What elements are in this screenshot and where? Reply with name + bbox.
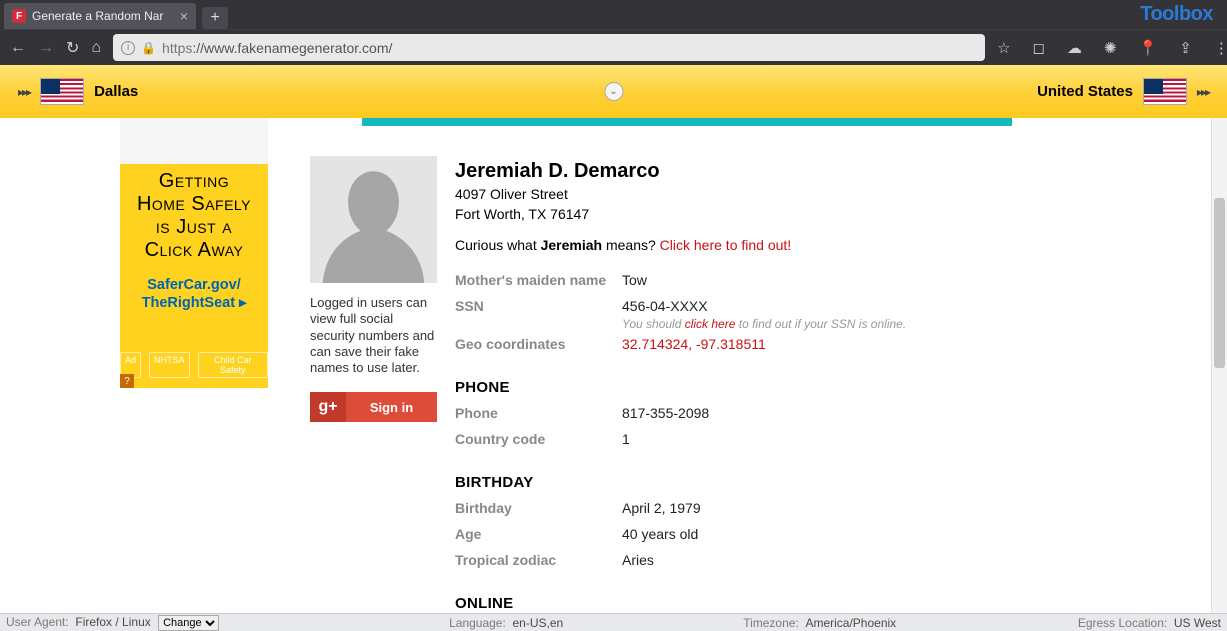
menu-icon[interactable]: ⋮	[1214, 39, 1227, 57]
ad-footer: AdNHTSAChild Car Safety	[120, 352, 268, 378]
section-birthday: BIRTHDAY	[455, 474, 1015, 491]
location-strip: ▸▸▸ Dallas ⌄ United States ▸▸▸	[0, 65, 1227, 118]
url-bar[interactable]: i 🔒 https://www.fakenamegenerator.com/	[113, 34, 985, 61]
value-maiden: Tow	[622, 272, 647, 288]
ssn-note: You should click here to find out if you…	[622, 317, 1015, 331]
home-button[interactable]: ⌂	[91, 39, 101, 57]
vertical-scrollbar[interactable]	[1211, 118, 1227, 613]
new-tab-button[interactable]: +	[202, 7, 228, 29]
arrows-right-icon: ▸▸▸	[1197, 85, 1209, 99]
ad-info-icon[interactable]: ?	[120, 374, 134, 388]
ad-headline: Getting Home Safely is Just a Click Away	[120, 164, 268, 264]
sidebar-ad[interactable]: Getting Home Safely is Just a Click Away…	[120, 118, 268, 388]
banner-stripe	[362, 118, 1012, 126]
tab-title: Generate a Random Nar	[32, 9, 163, 23]
ua-change-select[interactable]: Change	[158, 615, 219, 631]
status-lang-label: Language:	[449, 616, 506, 630]
status-bar: User Agent: Firefox / Linux Change Langu…	[0, 613, 1227, 631]
label-age: Age	[455, 526, 622, 542]
star-icon[interactable]: ☆	[997, 39, 1010, 57]
value-geo[interactable]: 32.714324, -97.318511	[622, 336, 766, 352]
label-zodiac: Tropical zodiac	[455, 552, 622, 568]
flag-right	[1143, 78, 1187, 105]
section-online: ONLINE	[455, 595, 1015, 612]
cloud-icon[interactable]: ☁	[1067, 39, 1082, 57]
pin-icon[interactable]: 📍	[1139, 39, 1158, 57]
ad-link[interactable]: SaferCar.gov/TheRightSeat ▸	[120, 264, 268, 312]
value-age: 40 years old	[622, 526, 698, 542]
back-button[interactable]: ←	[10, 39, 26, 57]
status-egress-label: Egress Location:	[1078, 616, 1167, 630]
strip-expand-button[interactable]: ⌄	[604, 82, 623, 101]
value-ssn: 456-04-XXXX	[622, 298, 708, 314]
flag-left	[40, 78, 84, 105]
label-geo: Geo coordinates	[455, 336, 622, 352]
forward-button[interactable]: →	[38, 39, 54, 57]
url-path: ://www.fakenamegenerator.com/	[192, 40, 392, 56]
label-maiden: Mother's maiden name	[455, 272, 622, 288]
site-info-icon[interactable]: i	[121, 41, 135, 55]
strip-right-label: United States	[1037, 83, 1133, 100]
name-meaning-prompt: Curious what Jeremiah means? Click here …	[455, 237, 1015, 253]
status-tz-value: America/Phoenix	[805, 616, 896, 630]
name-meaning-link[interactable]: Click here to find out!	[660, 237, 792, 253]
url-protocol: https	[162, 40, 192, 56]
status-tz-label: Timezone:	[743, 616, 799, 630]
status-egress-value: US West	[1174, 616, 1221, 630]
status-lang-value: en-US,en	[513, 616, 564, 630]
section-phone: PHONE	[455, 379, 1015, 396]
value-ccode: 1	[622, 431, 630, 447]
signin-note: Logged in users can view full social sec…	[310, 295, 437, 376]
person-name: Jeremiah D. Demarco	[455, 160, 1015, 183]
browser-tab[interactable]: F Generate a Random Nar ×	[4, 3, 196, 29]
avatar-silhouette	[310, 156, 437, 283]
address-line-1: 4097 Oliver Street	[455, 185, 1015, 203]
lock-icon: 🔒	[141, 41, 156, 55]
arrows-left-icon: ▸▸▸	[18, 85, 30, 99]
status-ua-label: User Agent:	[6, 615, 69, 629]
bookmark-icon[interactable]: ◻	[1033, 39, 1045, 57]
nav-bar: ← → ↻ ⌂ i 🔒 https://www.fakenamegenerato…	[0, 29, 1227, 65]
value-birthday: April 2, 1979	[622, 500, 701, 516]
google-plus-icon: g+	[310, 392, 346, 422]
share-icon[interactable]: ⇪	[1179, 39, 1192, 57]
label-ccode: Country code	[455, 431, 622, 447]
google-signin-label: Sign in	[346, 400, 437, 415]
tab-favicon: F	[12, 9, 26, 23]
strip-left-label: Dallas	[94, 83, 138, 100]
ssn-check-link[interactable]: click here	[685, 317, 736, 331]
value-zodiac: Aries	[622, 552, 654, 568]
brand-logo: Toolbox	[1140, 3, 1213, 26]
scrollbar-thumb[interactable]	[1214, 198, 1225, 368]
extension-icon[interactable]: ✺	[1104, 39, 1117, 57]
reload-button[interactable]: ↻	[66, 38, 79, 58]
tab-close-icon[interactable]: ×	[180, 8, 188, 24]
google-signin-button[interactable]: g+ Sign in	[310, 392, 437, 422]
label-birthday: Birthday	[455, 500, 622, 516]
ad-image	[120, 118, 268, 164]
address-line-2: Fort Worth, TX 76147	[455, 205, 1015, 223]
label-ssn: SSN	[455, 298, 622, 314]
status-ua-value: Firefox / Linux	[75, 615, 150, 629]
label-phone: Phone	[455, 405, 622, 421]
value-phone: 817-355-2098	[622, 405, 709, 421]
